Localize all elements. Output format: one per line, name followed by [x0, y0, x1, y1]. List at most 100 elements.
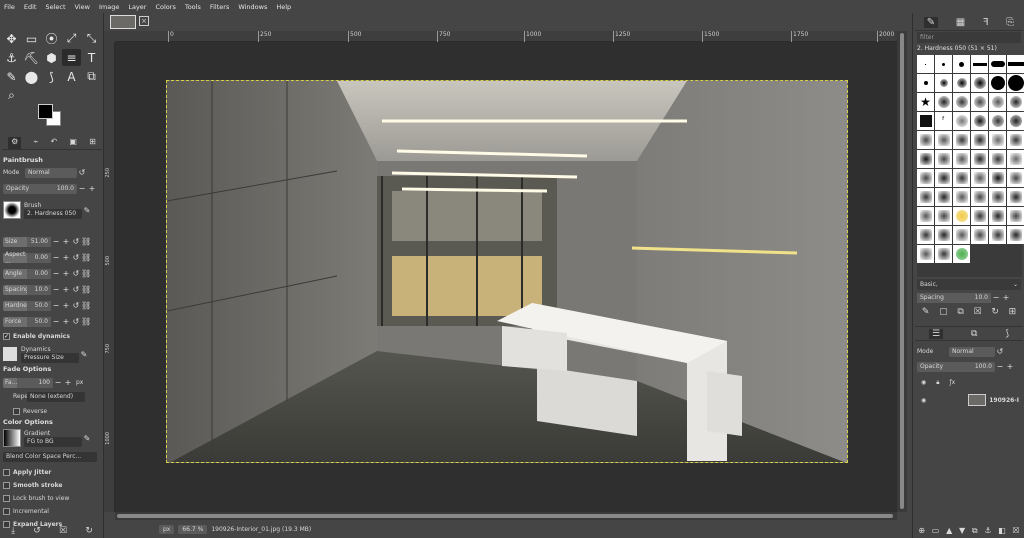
templates-tab-icon[interactable]: ⊞	[89, 137, 96, 149]
brush-cell[interactable]	[989, 150, 1006, 168]
plus-icon[interactable]: +	[61, 317, 71, 326]
paths-tab-icon[interactable]: ⟆	[1005, 329, 1009, 339]
brush-cell[interactable]	[989, 188, 1006, 206]
brush-cell[interactable]	[935, 226, 952, 244]
brush-cell[interactable]	[953, 226, 970, 244]
minus-icon[interactable]: −	[51, 269, 61, 278]
brush-cell[interactable]	[935, 131, 952, 149]
fx-icon[interactable]: ƒx	[949, 379, 955, 386]
brush-cell[interactable]	[989, 169, 1006, 187]
minus-icon[interactable]: −	[995, 362, 1005, 371]
brush-cell[interactable]	[1007, 169, 1024, 187]
reverse-row[interactable]: Reverse	[3, 406, 99, 417]
reset-icon[interactable]: ↺	[71, 301, 81, 310]
image-canvas[interactable]	[115, 42, 897, 512]
save-preset-icon[interactable]: ⤓	[11, 526, 15, 536]
smooth-stroke-row[interactable]: Smooth stroke	[3, 480, 99, 491]
brush-cell[interactable]	[989, 55, 1006, 73]
link-icon[interactable]: ⛓	[81, 285, 91, 294]
channels-tab-icon[interactable]: ⧉	[971, 329, 977, 339]
brush-cell[interactable]	[935, 93, 952, 111]
new-group-icon[interactable]: ▭	[932, 526, 940, 536]
mask-layer-icon[interactable]: ◧	[998, 526, 1006, 536]
scroll-thumb[interactable]	[900, 33, 904, 509]
brush-cell[interactable]	[953, 207, 970, 225]
brush-cell[interactable]	[935, 245, 952, 263]
brush-cell[interactable]	[971, 131, 988, 149]
layers-tab-icon[interactable]: ☰	[928, 328, 944, 339]
opacity-row[interactable]: Opacity 100.0 − +	[3, 183, 99, 194]
plus-icon[interactable]: +	[61, 253, 71, 262]
plus-icon[interactable]: +	[1005, 362, 1015, 371]
minus-icon[interactable]: −	[51, 301, 61, 310]
minus-icon[interactable]: −	[77, 184, 87, 193]
edit-brush-icon[interactable]: ✎	[922, 307, 930, 317]
brush-as-image-icon[interactable]: ⊞	[1009, 307, 1017, 317]
menu-view[interactable]: View	[75, 3, 90, 11]
brush-filter-input[interactable]: filter	[917, 32, 1021, 43]
brush-cell[interactable]	[935, 169, 952, 187]
duplicate-layer-icon[interactable]: ⧉	[972, 526, 978, 536]
layer-name[interactable]: 190926-I	[989, 397, 1019, 404]
brush-cell[interactable]	[1007, 93, 1024, 111]
brush-cell[interactable]	[989, 112, 1006, 130]
brush-cell[interactable]	[953, 150, 970, 168]
image-tab-thumbnail[interactable]	[110, 15, 136, 29]
menu-layer[interactable]: Layer	[128, 3, 146, 11]
close-tab-icon[interactable]: ×	[139, 16, 149, 26]
reset-icon[interactable]: ↺	[71, 237, 81, 246]
fade-length-row[interactable]: Fa... 100 − + px	[3, 377, 99, 388]
link-icon[interactable]: ⛓	[81, 301, 91, 310]
brush-cell[interactable]	[1007, 55, 1024, 73]
menu-select[interactable]: Select	[45, 3, 65, 11]
anchor-layer-icon[interactable]: ⚓	[984, 526, 991, 536]
menu-tools[interactable]: Tools	[185, 3, 201, 11]
brush-cell[interactable]	[971, 55, 988, 73]
brush-cell[interactable]	[1007, 112, 1024, 130]
brush-cell[interactable]	[953, 169, 970, 187]
delete-brush-icon[interactable]: ☒	[974, 307, 982, 317]
warp-tool-icon[interactable]: ⛏	[22, 49, 41, 66]
minus-icon[interactable]: −	[51, 317, 61, 326]
brush-cell[interactable]	[1007, 74, 1024, 92]
brush-cell[interactable]	[917, 131, 934, 149]
checkbox-icon[interactable]	[3, 508, 10, 515]
force-row[interactable]: Force 50.0 − + ↺ ⛓	[3, 316, 99, 327]
unit-select[interactable]: px	[159, 524, 175, 534]
brush-cell[interactable]	[917, 74, 934, 92]
reset-icon[interactable]: ↺	[71, 285, 81, 294]
link-icon[interactable]: ⛓	[81, 269, 91, 278]
dynamics-preview-icon[interactable]	[3, 347, 17, 361]
hardness-row[interactable]: Hardness 50.0 − + ↺ ⛓	[3, 300, 99, 311]
crop-tool-icon[interactable]: ⤡	[82, 30, 101, 47]
brush-cell[interactable]	[971, 112, 988, 130]
patterns-tab-icon[interactable]: ▦	[956, 17, 965, 28]
brush-spacing-row[interactable]: Spacing 10.0 − +	[917, 292, 1021, 303]
menu-file[interactable]: File	[4, 3, 15, 11]
brush-cell[interactable]: ᶠ	[935, 112, 952, 130]
minus-icon[interactable]: −	[51, 285, 61, 294]
brush-cell[interactable]	[1007, 207, 1024, 225]
brush-cell[interactable]	[917, 245, 934, 263]
link-icon[interactable]: ⛓	[81, 237, 91, 246]
brush-cell[interactable]	[1007, 150, 1024, 168]
raise-layer-icon[interactable]: ▲	[946, 526, 952, 536]
menu-windows[interactable]: Windows	[238, 3, 267, 11]
menu-help[interactable]: Help	[276, 3, 291, 11]
brush-cell[interactable]	[971, 188, 988, 206]
edit-brush-icon[interactable]: ✎	[82, 206, 92, 215]
brush-cell[interactable]	[917, 55, 934, 73]
layer-opacity-row[interactable]: Opacity 100.0 − +	[917, 361, 1021, 372]
horizontal-scrollbar[interactable]	[115, 512, 897, 520]
edit-gradient-icon[interactable]: ✎	[82, 434, 92, 443]
apply-jitter-row[interactable]: Apply Jitter	[3, 467, 99, 478]
link-icon[interactable]: ⛓	[81, 317, 91, 326]
menu-image[interactable]: Image	[99, 3, 119, 11]
menu-filters[interactable]: Filters	[210, 3, 229, 11]
brush-cell[interactable]	[1007, 226, 1024, 244]
plus-icon[interactable]: +	[61, 237, 71, 246]
brush-cell[interactable]	[953, 93, 970, 111]
brush-cell[interactable]	[971, 207, 988, 225]
brush-cell[interactable]	[989, 93, 1006, 111]
lock-brush-row[interactable]: Lock brush to view	[3, 493, 99, 504]
